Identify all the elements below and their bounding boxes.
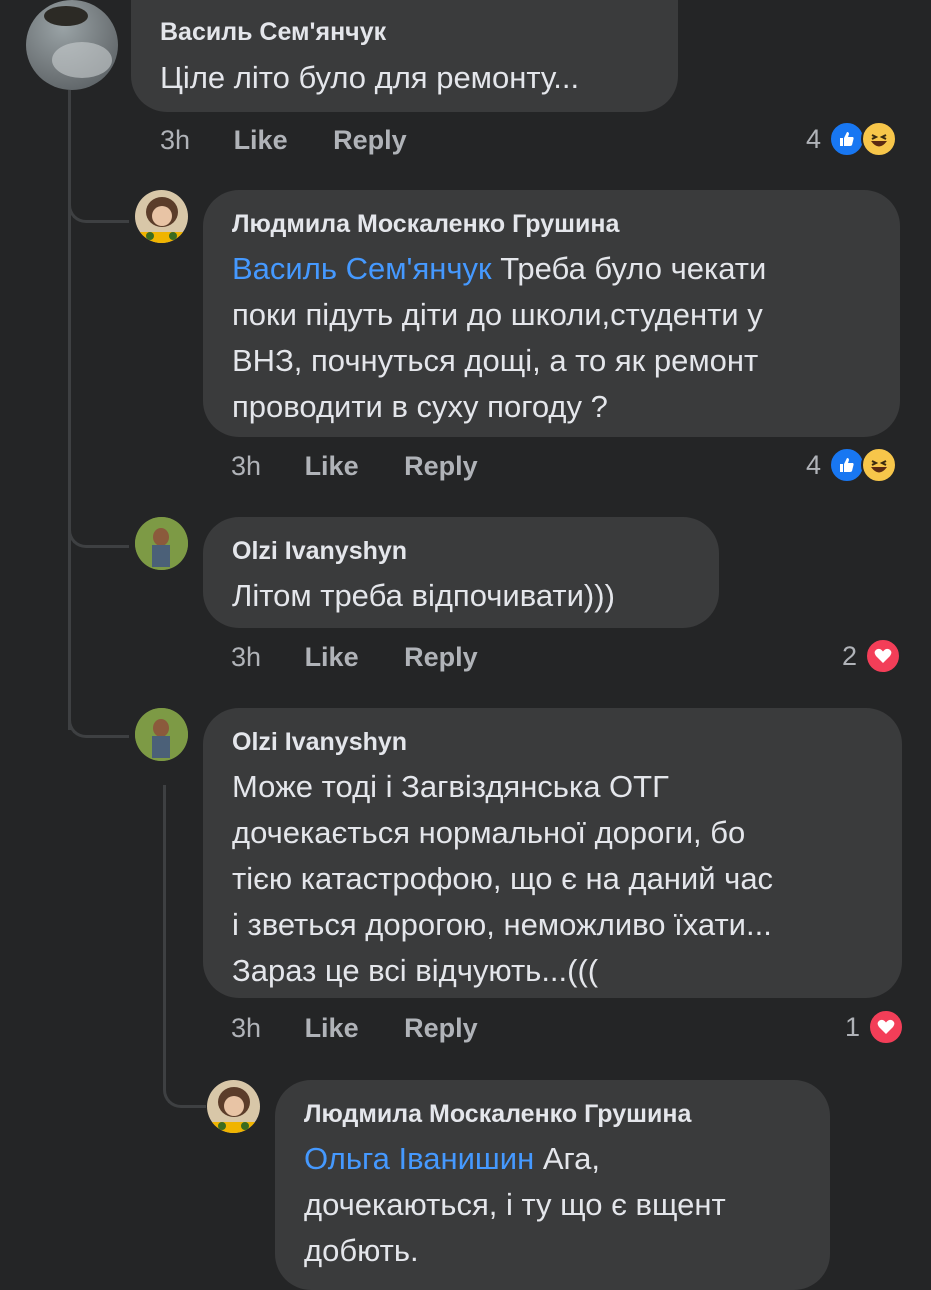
thread-line-nested [163, 785, 166, 1085]
comment-text: Ціле літо було для ремонту... [160, 60, 580, 95]
reaction-summary[interactable]: 1 [845, 1007, 905, 1047]
comment-bubble: Людмила Москаленко Грушина Василь Сем'ян… [203, 190, 900, 437]
reaction-summary[interactable]: 2 [842, 636, 902, 676]
love-icon [865, 638, 902, 674]
like-icon [829, 121, 866, 157]
comment-text: Може тоді і Загвіздянська ОТГ дочекається… [232, 769, 774, 988]
avatar[interactable] [207, 1080, 260, 1133]
haha-icon [861, 447, 898, 483]
comment-author[interactable]: Людмила Москаленко Грушина [304, 1099, 801, 1129]
comment-text: Ольга Іванишин Ага, дочекаються, і ту що … [304, 1141, 726, 1268]
reaction-count: 1 [845, 1011, 861, 1042]
reaction-summary[interactable]: 4 [806, 445, 898, 485]
comment-actions: 3h Like Reply [231, 641, 478, 673]
like-button[interactable]: Like [234, 124, 288, 156]
like-button[interactable]: Like [305, 641, 359, 673]
reaction-count: 2 [842, 640, 858, 671]
reaction-summary[interactable]: 4 [806, 119, 898, 159]
avatar[interactable] [135, 190, 188, 243]
avatar-photo [44, 6, 112, 78]
avatar[interactable] [26, 0, 118, 90]
reaction-count: 4 [806, 123, 822, 154]
haha-icon [861, 121, 898, 157]
like-icon [829, 447, 866, 483]
comment-author[interactable]: Olzi Ivanyshyn [232, 727, 873, 757]
reply-button[interactable]: Reply [333, 124, 407, 156]
comment-author[interactable]: Людмила Москаленко Грушина [232, 209, 871, 239]
comment-actions: 3h Like Reply [160, 124, 407, 156]
avatar-photo [135, 517, 188, 570]
mention-link[interactable]: Василь Сем'янчук [232, 251, 492, 286]
thread-connector [68, 200, 129, 223]
comment-bubble: Olzi Ivanyshyn Літом треба відпочивати))… [203, 517, 719, 628]
avatar-photo [140, 197, 183, 243]
reply-button[interactable]: Reply [404, 450, 478, 482]
reply-button[interactable]: Reply [404, 1012, 478, 1044]
comment-time[interactable]: 3h [231, 1012, 261, 1044]
avatar-photo [135, 708, 188, 761]
reply-button[interactable]: Reply [404, 641, 478, 673]
comment-bubble: Василь Сем'янчук Ціле літо було для ремо… [131, 0, 678, 112]
comment-time[interactable]: 3h [231, 641, 261, 673]
thread-connector [163, 1085, 206, 1108]
comment-actions: 3h Like Reply [231, 450, 478, 482]
comment-bubble: Людмила Москаленко Грушина Ольга Іваниши… [275, 1080, 830, 1290]
mention-link[interactable]: Ольга Іванишин [304, 1141, 534, 1176]
reaction-count: 4 [806, 449, 822, 480]
thread-line-main [68, 90, 71, 730]
love-icon [868, 1009, 905, 1045]
avatar-photo [212, 1087, 255, 1133]
comment-text: Василь Сем'янчук Треба було чекати поки п… [232, 251, 767, 424]
like-button[interactable]: Like [305, 450, 359, 482]
thread-connector [68, 715, 129, 738]
avatar[interactable] [135, 517, 188, 570]
comment-time[interactable]: 3h [231, 450, 261, 482]
comment-time[interactable]: 3h [160, 124, 190, 156]
avatar[interactable] [135, 708, 188, 761]
comment-author[interactable]: Василь Сем'янчук [160, 17, 649, 47]
comment-bubble: Olzi Ivanyshyn Може тоді і Загвіздянська… [203, 708, 902, 998]
like-button[interactable]: Like [305, 1012, 359, 1044]
thread-connector [68, 525, 129, 548]
comment-actions: 3h Like Reply [231, 1012, 478, 1044]
comment-text: Літом треба відпочивати))) [232, 578, 615, 613]
comment-author[interactable]: Olzi Ivanyshyn [232, 536, 690, 566]
